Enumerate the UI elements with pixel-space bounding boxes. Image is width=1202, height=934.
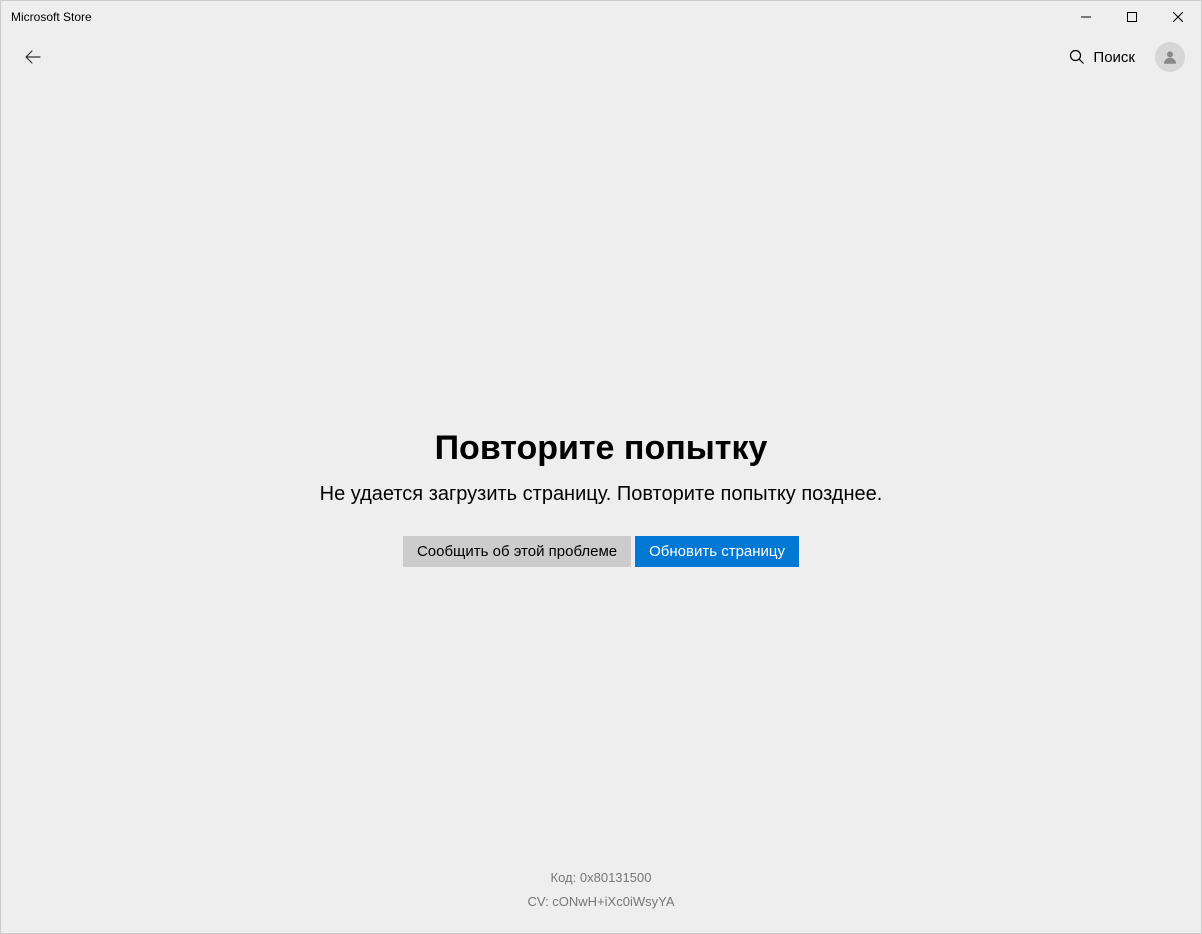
user-avatar-button[interactable] — [1155, 42, 1185, 72]
search-icon — [1069, 49, 1085, 65]
refresh-page-button[interactable]: Обновить страницу — [635, 536, 799, 567]
main-content: Повторите попытку Не удается загрузить с… — [1, 82, 1201, 933]
close-button[interactable] — [1155, 1, 1201, 32]
header-toolbar: Поиск — [1, 32, 1201, 82]
search-button[interactable]: Поиск — [1067, 43, 1137, 72]
diagnostic-info: Код: 0x80131500 CV: cONwH+iXc0iWsyYA — [1, 866, 1201, 913]
maximize-icon — [1127, 12, 1137, 22]
minimize-icon — [1081, 12, 1091, 22]
maximize-button[interactable] — [1109, 1, 1155, 32]
minimize-button[interactable] — [1063, 1, 1109, 32]
error-title: Повторите попытку — [435, 429, 768, 468]
report-problem-button[interactable]: Сообщить об этой проблеме — [403, 536, 631, 567]
back-arrow-icon — [25, 49, 41, 65]
error-panel: Повторите попытку Не удается загрузить с… — [320, 429, 883, 567]
error-code: Код: 0x80131500 — [1, 866, 1201, 889]
close-icon — [1173, 12, 1183, 22]
search-label: Поиск — [1093, 49, 1135, 66]
error-actions: Сообщить об этой проблеме Обновить стран… — [403, 536, 799, 567]
error-cv: CV: cONwH+iXc0iWsyYA — [1, 890, 1201, 913]
titlebar: Microsoft Store — [1, 1, 1201, 32]
window-controls — [1063, 1, 1201, 32]
back-button[interactable] — [13, 35, 53, 79]
user-icon — [1161, 48, 1179, 66]
error-message: Не удается загрузить страницу. Повторите… — [320, 480, 883, 508]
header-right: Поиск — [1067, 42, 1193, 72]
window-title: Microsoft Store — [11, 10, 92, 24]
